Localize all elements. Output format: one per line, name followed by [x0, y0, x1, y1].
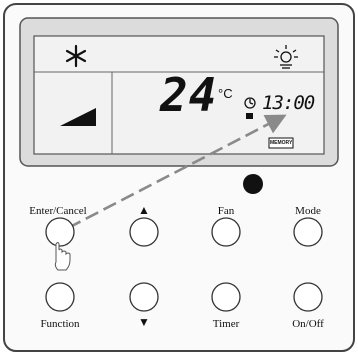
remote-controller: 24 °C 13:00 MEMORY Enter/Cancel ▲ Fan Mo…	[0, 0, 358, 355]
down-arrow-label: ▼	[138, 315, 150, 329]
fan-button[interactable]	[211, 217, 241, 247]
enter-cancel-label: Enter/Cancel	[29, 205, 87, 217]
indicator-knob	[243, 174, 263, 194]
temperature-readout: 24	[160, 68, 218, 122]
mode-label: Mode	[295, 205, 321, 217]
small-status-box	[246, 113, 253, 119]
enter-cancel-button[interactable]	[45, 217, 75, 247]
up-button[interactable]	[129, 217, 159, 247]
function-label: Function	[40, 318, 80, 330]
fan-label: Fan	[217, 205, 235, 217]
memory-badge: MEMORY	[270, 140, 293, 146]
mode-button[interactable]	[293, 217, 323, 247]
on-off-button[interactable]	[293, 282, 323, 312]
up-arrow-label: ▲	[138, 203, 150, 217]
function-button[interactable]	[45, 282, 75, 312]
on-off-label: On/Off	[292, 318, 324, 330]
down-button[interactable]	[129, 282, 159, 312]
timer-button[interactable]	[211, 282, 241, 312]
clock-readout: 13:00	[262, 92, 315, 114]
timer-label: Timer	[212, 318, 240, 330]
temperature-unit: °C	[218, 86, 233, 101]
